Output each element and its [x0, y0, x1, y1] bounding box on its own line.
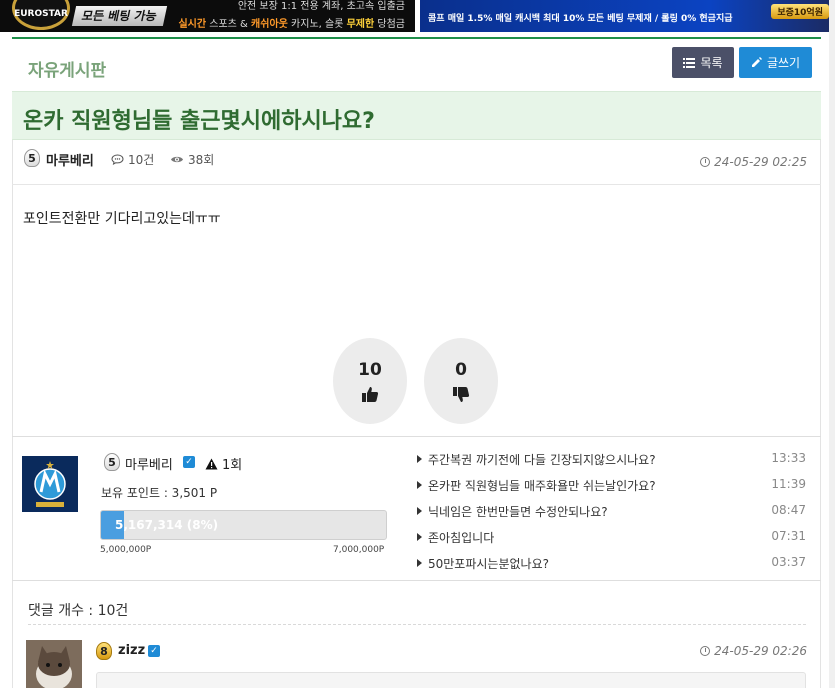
warning-icon — [205, 458, 218, 469]
post-date: 24-05-29 02:25 — [700, 155, 807, 169]
write-button[interactable]: 글쓰기 — [739, 47, 812, 78]
author-level-icon: 5 — [24, 149, 40, 167]
recent-post-item[interactable]: 50만포파시는분없나요? 03:37 — [416, 553, 810, 579]
post-title: 온카 직원형님들 출근몇시에하시나요? — [23, 109, 375, 134]
recent-post-time: 03:37 — [771, 555, 806, 569]
caret-right-icon — [417, 559, 422, 567]
progress-max: 7,000,000P — [333, 545, 385, 555]
caret-right-icon — [417, 507, 422, 515]
upvote-button[interactable]: 10 — [333, 338, 407, 424]
pencil-icon — [751, 57, 762, 67]
profile-level-icon: 5 — [104, 453, 120, 471]
author-profile: 5 마루베리 ✓ 1회 보유 포인트 : 3,501 P 5,167,314 (… — [12, 436, 821, 581]
board-title: 자유게시판 — [28, 61, 107, 81]
recent-post-title[interactable]: 50만포파시는분없나요? — [428, 555, 549, 572]
promo-ad[interactable]: 콤프 매일 1.5% 매일 캐시백 최대 10% 모든 베팅 무제재 / 롤링 … — [420, 0, 835, 32]
recent-post-title[interactable]: 존아침입니다 — [428, 529, 494, 546]
caret-right-icon — [417, 481, 422, 489]
recent-post-title[interactable]: 주간복권 까기전에 다들 긴장되지않으시나요? — [428, 451, 656, 468]
eurostar-logo: EUROSTAR — [12, 0, 70, 30]
eye-icon — [171, 156, 183, 163]
write-button-label: 글쓰기 — [766, 56, 801, 70]
board-header: 자유게시판 목록 글쓰기 — [12, 39, 821, 91]
recent-post-time: 07:31 — [771, 529, 806, 543]
promo-text: 콤프 매일 1.5% 매일 캐시백 최대 10% 모든 베팅 무제재 / 롤링 … — [428, 14, 733, 24]
upvote-count: 10 — [358, 359, 382, 380]
commenter-name[interactable]: zizz — [118, 643, 145, 658]
recent-post-item[interactable]: 주간복권 까기전에 다들 긴장되지않으시나요? 13:33 — [416, 449, 810, 475]
recent-post-item[interactable]: 온카판 직원형님들 매주화욜만 쉬는날인가요? 11:39 — [416, 475, 810, 501]
list-button[interactable]: 목록 — [672, 47, 734, 78]
page: EUROSTAR 모든 베팅 가능 안전 보장 1:1 전용 계좌, 초고속 입… — [0, 0, 835, 688]
recent-post-time: 11:39 — [771, 477, 806, 491]
ad-line-1: 안전 보장 1:1 전용 계좌, 초고속 입출금 — [237, 1, 405, 12]
post-content: 포인트전환만 기다리고있는데ㅠㅠ 10 0 — [12, 186, 821, 436]
commenter-level-icon: 8 — [96, 642, 112, 660]
recent-post-item[interactable]: 존아침입니다 07:31 — [416, 527, 810, 553]
comment-body — [96, 672, 806, 688]
view-count: 38회 — [170, 151, 214, 168]
profile-points: 보유 포인트 : 3,501 P — [101, 486, 218, 500]
recent-post-title[interactable]: 온카판 직원형님들 매주화욜만 쉬는날인가요? — [428, 477, 656, 494]
recent-post-time: 13:33 — [771, 451, 806, 465]
post-title-bar: 온카 직원형님들 출근몇시에하시나요? — [12, 91, 821, 140]
comment-count-label: 댓글 개수 : 10건 — [28, 603, 129, 619]
recent-posts-list: 주간복권 까기전에 다들 긴장되지않으시나요? 13:33 온카판 직원형님들 매주… — [416, 449, 810, 579]
downvote-count: 0 — [455, 359, 467, 380]
verified-icon: ✓ — [183, 456, 195, 468]
list-icon — [683, 57, 696, 68]
ad-line-2: 실시간 스포츠 & 캐쉬아웃 카지노, 슬롯 무제한 당첨금 — [178, 19, 405, 30]
caret-right-icon — [417, 455, 422, 463]
thumbs-up-icon — [362, 386, 379, 402]
commenter-avatar — [26, 640, 82, 688]
ad-slogan: 모든 베팅 가능 — [71, 6, 167, 26]
progress-min: 5,000,000P — [100, 545, 152, 555]
promo-stamp: 보증10억원 — [771, 4, 829, 19]
recent-post-time: 08:47 — [771, 503, 806, 517]
commenter-verified-icon: ✓ — [148, 645, 160, 657]
list-button-label: 목록 — [700, 56, 723, 70]
warning-count: 1회 — [205, 454, 242, 473]
caret-right-icon — [417, 533, 422, 541]
eurostar-ad[interactable]: EUROSTAR 모든 베팅 가능 안전 보장 1:1 전용 계좌, 초고속 입… — [0, 0, 415, 32]
author-avatar — [22, 456, 78, 512]
comments-section: 댓글 개수 : 10건 8 zizz ✓ 24-05-29 02:26 — [12, 582, 821, 688]
downvote-button[interactable]: 0 — [424, 338, 498, 424]
post-meta: 5 마루베리 10건 38회 24-05-29 02:25 — [12, 141, 821, 185]
level-progress-text: 5,167,314 (8%) — [115, 518, 219, 532]
comment-date: 24-05-29 02:26 — [700, 644, 807, 658]
cat-avatar-icon — [26, 640, 82, 688]
comment-count: 10건 — [111, 151, 154, 168]
clock-icon — [700, 157, 711, 167]
author-name[interactable]: 마루베리 — [46, 150, 94, 169]
thumbs-down-icon — [453, 386, 470, 402]
comment-icon — [111, 154, 124, 165]
profile-name[interactable]: 마루베리 — [125, 454, 173, 473]
ad-banner: EUROSTAR 모든 베팅 가능 안전 보장 1:1 전용 계좌, 초고속 입… — [0, 0, 835, 32]
comments-divider — [28, 624, 806, 625]
recent-post-item[interactable]: 닉네임은 한번만들면 수정안되나요? 08:47 — [416, 501, 810, 527]
club-crest-icon — [22, 456, 78, 512]
recent-post-title[interactable]: 닉네임은 한번만들면 수정안되나요? — [428, 503, 608, 520]
level-progress-bar: 5,167,314 (8%) — [100, 510, 387, 540]
post-body: 포인트전환만 기다리고있는데ㅠㅠ — [23, 211, 221, 227]
scrollbar[interactable] — [829, 0, 835, 688]
clock-icon — [700, 646, 711, 656]
